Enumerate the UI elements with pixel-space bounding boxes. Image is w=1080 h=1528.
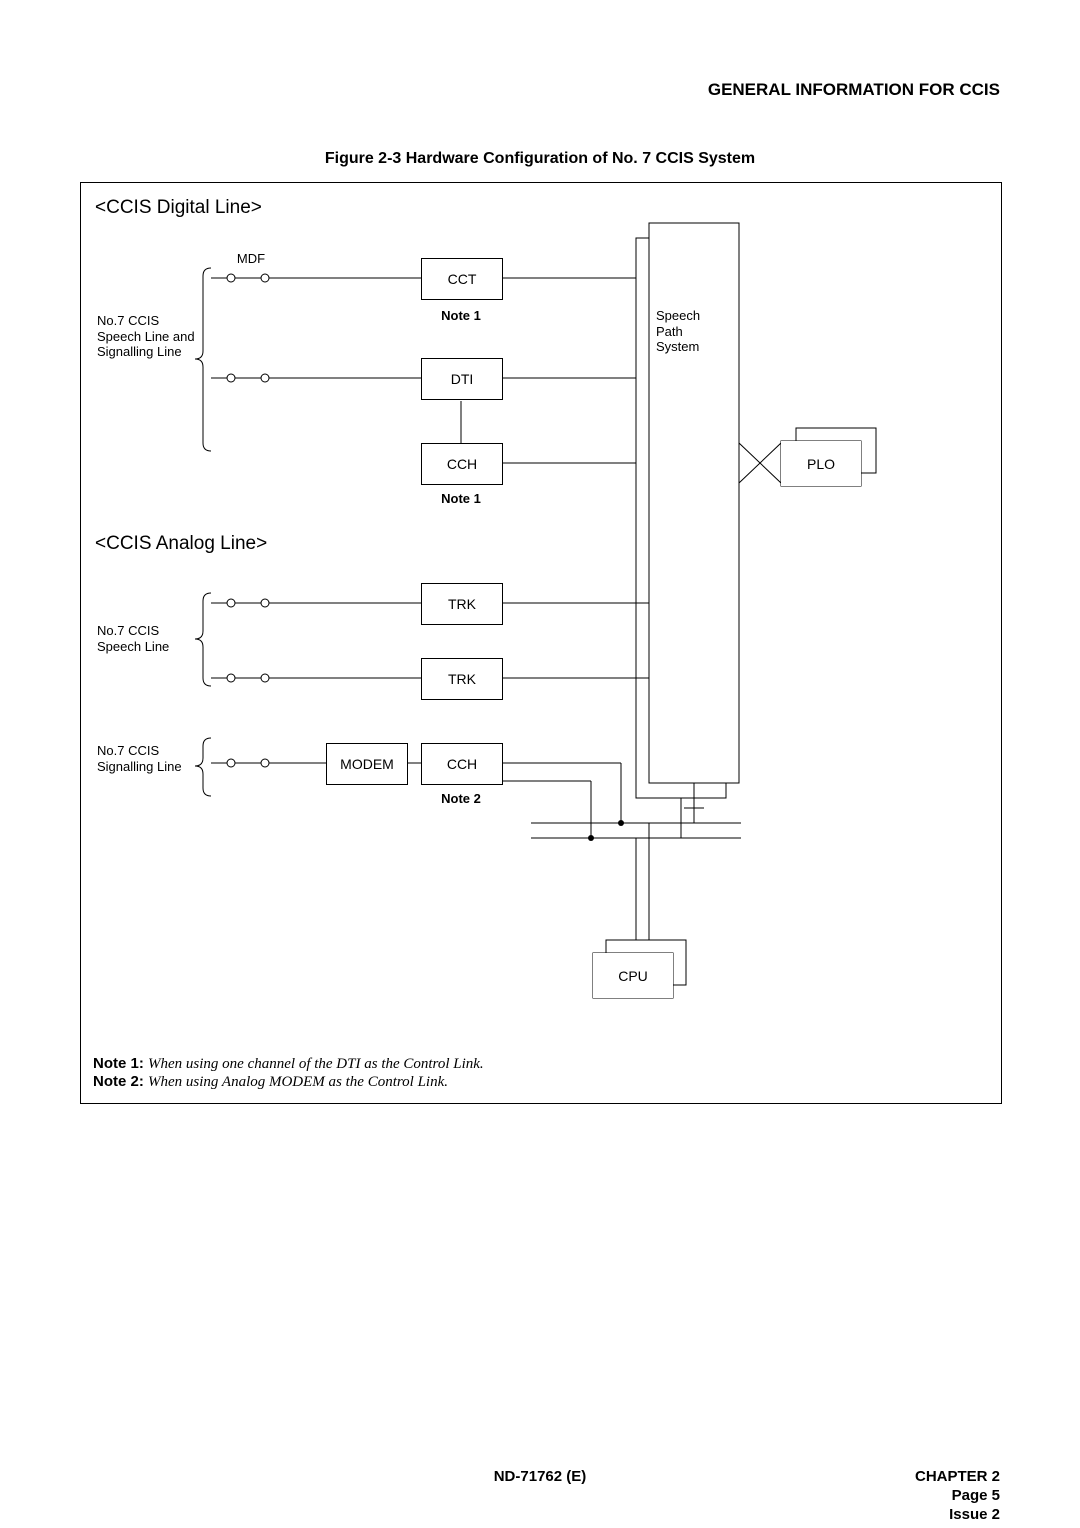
note1a: Note 1: [421, 308, 501, 323]
trk1-box: TRK: [421, 583, 503, 625]
plo-box: PLO: [781, 441, 861, 486]
note2-label: Note 2:: [93, 1073, 144, 1090]
digital-side-label: No.7 CCIS Speech Line and Signalling Lin…: [97, 313, 197, 360]
section-digital-title: <CCIS Digital Line>: [95, 197, 262, 219]
mdf-label: MDF: [231, 251, 271, 266]
note1b: Note 1: [421, 491, 501, 506]
cch1-box: CCH: [421, 443, 503, 485]
footer-chapter: CHAPTER 2: [915, 1468, 1000, 1487]
figure-caption: Figure 2-3 Hardware Configuration of No.…: [80, 150, 1000, 168]
footer-right: CHAPTER 2 Page 5 Issue 2: [915, 1468, 1000, 1524]
analog-speech-label: No.7 CCIS Speech Line: [97, 623, 197, 654]
footnotes: Note 1: When using one channel of the DT…: [93, 1055, 484, 1091]
figure-box: <CCIS Digital Line> MDF No.7 CCIS Speech…: [80, 182, 1002, 1104]
cct-box: CCT: [421, 258, 503, 300]
analog-signalling-label: No.7 CCIS Signalling Line: [97, 743, 197, 774]
note2-text: When using Analog MODEM as the Control L…: [148, 1074, 448, 1090]
dti-box: DTI: [421, 358, 503, 400]
header-title: GENERAL INFORMATION FOR CCIS: [80, 80, 1000, 100]
trk2-box: TRK: [421, 658, 503, 700]
footer-doc: ND-71762 (E): [80, 1468, 1000, 1485]
cpu-box: CPU: [593, 953, 673, 998]
cch2-box: CCH: [421, 743, 503, 785]
section-analog-title: <CCIS Analog Line>: [95, 533, 267, 555]
modem-box: MODEM: [326, 743, 408, 785]
note2: Note 2: [421, 791, 501, 806]
note1-label: Note 1:: [93, 1055, 144, 1072]
speech-path-label: Speech Path System: [656, 308, 726, 355]
footer-page: Page 5: [915, 1487, 1000, 1506]
note1-text: When using one channel of the DTI as the…: [148, 1056, 484, 1072]
footer-issue: Issue 2: [915, 1506, 1000, 1525]
page: GENERAL INFORMATION FOR CCIS Figure 2-3 …: [80, 80, 1000, 1104]
diagram-lines: [81, 183, 1001, 1103]
